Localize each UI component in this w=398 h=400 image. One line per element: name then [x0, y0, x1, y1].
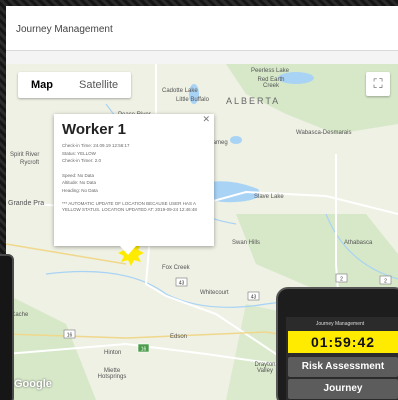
highway-shield: 2 [379, 275, 392, 285]
auto-update-note: *** AUTOMATIC UPDATE OF LOCATION BECAUSE… [62, 201, 197, 212]
place-label: Spirit River [10, 152, 40, 158]
place-label: Miette Hotsprings [97, 368, 127, 380]
google-logo: Google [14, 378, 52, 390]
journey-button[interactable]: Journey [288, 379, 398, 399]
status-text: Status: YELLOW [62, 150, 96, 156]
place-label: Edson [170, 334, 188, 340]
checkin-timer: Check-in Timer: 2.0 [62, 158, 102, 163]
place-label: Hinton [104, 350, 122, 356]
place-label: Fox Creek [162, 265, 190, 271]
svg-text:43: 43 [251, 295, 257, 301]
worker-infowindow: ✕ Worker 1 Check-in Time: 24.09.19 12:56… [54, 114, 214, 255]
place-label: Little Buffalo [176, 97, 209, 103]
altitude-text: Altitude: No Data [62, 180, 97, 185]
worker-name: Worker 1 [62, 121, 126, 138]
svg-text:2: 2 [340, 277, 343, 283]
map-type-control: Map Satellite [18, 72, 132, 98]
svg-text:2: 2 [384, 279, 387, 285]
map-type-satellite-button[interactable]: Satellite [66, 72, 131, 98]
place-label: Swan Hills [232, 240, 261, 246]
phone-device-left [0, 254, 14, 400]
svg-text:16: 16 [141, 347, 147, 353]
fullscreen-icon[interactable]: ⛶ [366, 72, 390, 96]
page-title: Journey Management [16, 24, 113, 35]
place-label: Athabasca [344, 240, 373, 246]
place-label: Wabasca-Desmarais [296, 130, 352, 136]
checkin-time: Check-in Time: 24.09.19 12:56:17 [62, 143, 130, 148]
place-label: Rycroft [20, 160, 40, 166]
place-label: Whitecourt [200, 290, 229, 296]
highway-shield: 16 [137, 343, 150, 353]
lake [230, 136, 242, 144]
place-label: Slave Lake [254, 194, 284, 200]
road [6, 243, 127, 265]
speed-text: Speed: No Data [62, 172, 95, 178]
highway-shield: 43 [247, 291, 260, 301]
phone-device: Journey Management 01:59:42 Risk Assessm… [276, 287, 398, 400]
svg-text:16: 16 [67, 333, 73, 339]
place-label: Red Earth Creek [257, 77, 285, 89]
phone-screen: Journey Management 01:59:42 Risk Assessm… [286, 317, 398, 400]
place-label: Grande Pra [8, 200, 45, 207]
map-type-map-button[interactable]: Map [18, 72, 66, 98]
place-label: Peerless Lake [251, 68, 290, 74]
highway-shield: 16 [63, 329, 76, 339]
risk-assessment-button[interactable]: Risk Assessment [288, 357, 398, 377]
province-label: ALBERTA [226, 96, 281, 106]
highway-shield: 2 [335, 273, 348, 283]
heading-text: Heading: No Data [62, 187, 98, 193]
place-label: Cadotte Lake [162, 88, 198, 94]
countdown-timer: 01:59:42 [288, 331, 398, 353]
highway-shield: 43 [175, 277, 188, 287]
close-icon[interactable]: ✕ [202, 114, 210, 125]
app-header: Journey Management [6, 6, 398, 51]
phone-app-title: Journey Management [315, 321, 365, 327]
svg-text:43: 43 [179, 281, 185, 287]
